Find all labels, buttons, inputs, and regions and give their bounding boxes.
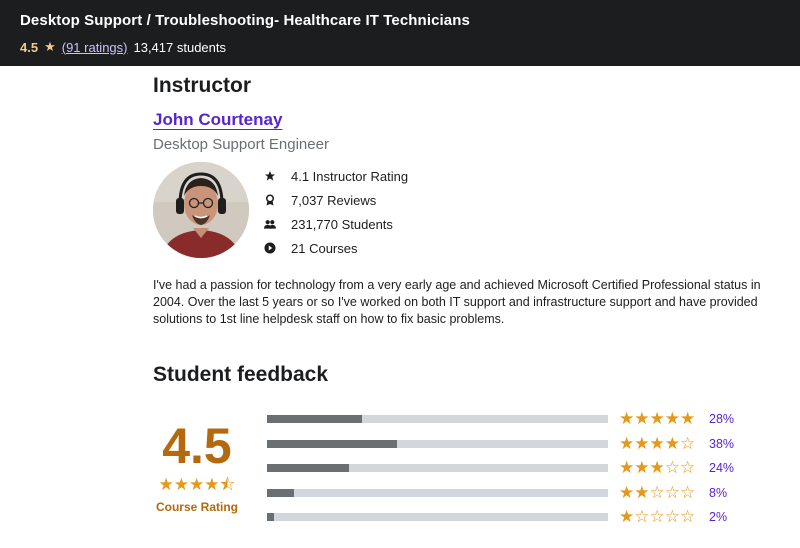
- rating-row-stars: ★☆☆☆☆: [619, 507, 696, 527]
- instructor-heading: Instructor: [153, 74, 252, 97]
- star-icon: ★: [44, 39, 56, 54]
- students-count: 13,417 students: [133, 39, 227, 55]
- rating-bar-fill: [267, 415, 363, 424]
- rating-row-percent: 28%: [709, 412, 735, 427]
- ratings-link[interactable]: (91 ratings): [62, 40, 128, 55]
- header-rating: 4.5: [20, 39, 39, 55]
- star-icon: [264, 170, 276, 182]
- rating-row-2[interactable]: ★★☆☆☆ 8%: [267, 481, 734, 506]
- course-rating-stars: ★★★★⯪: [158, 475, 236, 494]
- course-meta: 4.5 ★ (91 ratings) 13,417 students: [20, 39, 800, 55]
- reviews-stat: 7,037 Reviews: [264, 188, 408, 212]
- rating-row-stars: ★★★★☆: [619, 433, 696, 453]
- instructor-name-link[interactable]: John Courtenay: [153, 110, 282, 130]
- rating-bar-fill: [267, 513, 274, 522]
- rating-bar-fill: [267, 488, 295, 497]
- instructor-stats: 4.1 Instructor Rating 7,037 Reviews 231,…: [264, 164, 408, 260]
- course-header: Desktop Support / Troubleshooting- Healt…: [0, 0, 800, 66]
- rating-distribution: ★★★★★ 28% ★★★★☆ 38% ★★★☆☆ 24% ★★☆☆☆ 8% ★…: [267, 407, 734, 530]
- rating-row-1[interactable]: ★☆☆☆☆ 2%: [267, 505, 734, 530]
- rating-bar: [267, 513, 608, 522]
- instructor-rating-stat: 4.1 Instructor Rating: [264, 164, 408, 188]
- course-rating-label: Course Rating: [155, 500, 238, 514]
- rating-bar-fill: [267, 439, 397, 448]
- rating-bar-fill: [267, 464, 349, 473]
- stat-label: 231,770 Students: [291, 216, 393, 232]
- stat-label: 4.1 Instructor Rating: [291, 168, 409, 184]
- rating-bar: [267, 415, 608, 424]
- rating-row-stars: ★★★☆☆: [619, 458, 696, 478]
- student-feedback-heading: Student feedback: [153, 363, 329, 386]
- rating-bar: [267, 464, 608, 473]
- course-rating-number: 4.5: [162, 418, 232, 474]
- rating-row-3[interactable]: ★★★☆☆ 24%: [267, 456, 734, 481]
- instructor-job-title: Desktop Support Engineer: [153, 136, 329, 153]
- students-stat: 231,770 Students: [264, 212, 408, 236]
- rating-row-percent: 8%: [709, 485, 728, 500]
- rating-row-percent: 24%: [709, 461, 735, 476]
- stat-label: 21 Courses: [291, 240, 358, 256]
- instructor-bio: I've had a passion for technology from a…: [153, 278, 761, 326]
- rating-row-stars: ★★☆☆☆: [619, 482, 696, 502]
- rating-bar: [267, 488, 608, 497]
- rating-row-percent: 38%: [709, 436, 735, 451]
- course-rating-summary: 4.5 ★★★★⯪ Course Rating: [153, 418, 241, 514]
- users-icon: [264, 218, 276, 230]
- rating-row-percent: 2%: [709, 510, 728, 525]
- play-icon: [264, 242, 276, 254]
- stat-label: 7,037 Reviews: [291, 192, 377, 208]
- instructor-avatar[interactable]: [153, 162, 249, 258]
- rating-row-4[interactable]: ★★★★☆ 38%: [267, 432, 734, 457]
- courses-stat: 21 Courses: [264, 236, 408, 260]
- course-title: Desktop Support / Troubleshooting- Healt…: [20, 12, 470, 29]
- rating-row-stars: ★★★★★: [619, 409, 696, 429]
- rating-bar: [267, 439, 608, 448]
- rating-row-5[interactable]: ★★★★★ 28%: [267, 407, 734, 432]
- award-icon: [264, 194, 276, 206]
